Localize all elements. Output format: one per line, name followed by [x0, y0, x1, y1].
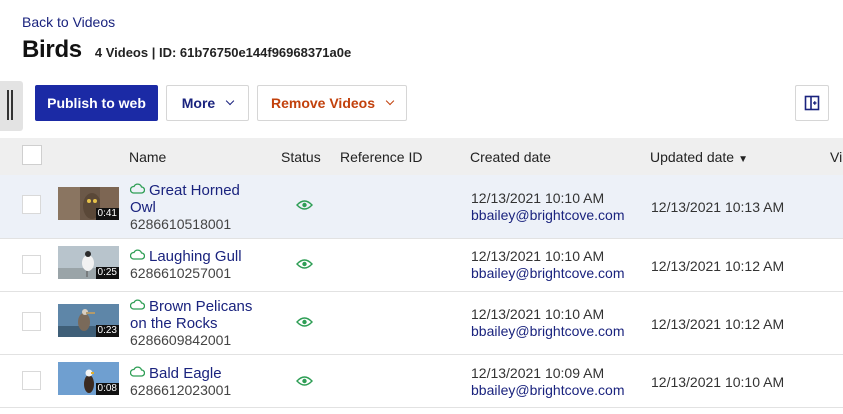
video-title-line1: Bald Eagle	[149, 365, 222, 382]
video-thumbnail[interactable]: 0:08	[58, 362, 119, 395]
layout-toggle-icon	[804, 95, 820, 111]
duration-badge: 0:41	[95, 208, 119, 220]
video-name-cell: Brown Pelicans on the Rocks 6286609842001	[130, 298, 270, 349]
remove-videos-button[interactable]: Remove Videos	[257, 85, 407, 121]
publish-to-web-button[interactable]: Publish to web	[35, 85, 158, 121]
cloud-icon	[130, 299, 145, 310]
handle-grip-icon	[7, 90, 9, 120]
cloud-icon	[130, 249, 145, 260]
created-by-link[interactable]: bbailey@brightcove.com	[471, 265, 625, 282]
duration-badge: 0:08	[95, 383, 119, 395]
created-date: 12/13/2021 10:10 AM	[471, 248, 605, 264]
side-panel-handle[interactable]	[0, 81, 23, 131]
video-title-line1: Great Horned	[149, 182, 240, 199]
video-title-link[interactable]: Bald Eagle	[130, 365, 270, 382]
publish-to-web-label: Publish to web	[47, 95, 146, 111]
page-header: Birds 4 Videos | ID: 61b76750e144f969683…	[22, 36, 351, 64]
created-by-link[interactable]: bbailey@brightcove.com	[471, 382, 625, 399]
eye-icon	[296, 376, 313, 386]
created-by-link[interactable]: bbailey@brightcove.com	[471, 207, 625, 224]
cloud-icon	[130, 366, 145, 377]
table-row[interactable]: 0:41 Great Horned Owl 6286610518001 12/13…	[0, 175, 843, 239]
updated-date: 12/13/2021 10:13 AM	[651, 199, 785, 215]
playlist-meta: 4 Videos | ID: 61b76750e144f96968371a0e	[94, 45, 352, 60]
column-header-created-date[interactable]: Created date	[470, 149, 551, 165]
created-cell: 12/13/2021 10:10 AM bbailey@brightcove.c…	[471, 190, 625, 224]
video-id: 6286609842001	[130, 332, 232, 348]
video-name-cell: Bald Eagle 6286612023001	[130, 365, 270, 399]
table-row[interactable]: 0:25 Laughing Gull 6286610257001 12/13/2…	[0, 239, 843, 292]
created-by-link[interactable]: bbailey@brightcove.com	[471, 323, 625, 340]
column-header-updated-label: Updated date	[650, 149, 735, 165]
video-id: 6286610257001	[130, 265, 232, 281]
chevron-down-icon	[385, 96, 395, 106]
video-title-line1: Brown Pelicans	[149, 298, 253, 315]
eye-icon	[296, 317, 313, 327]
updated-date: 12/13/2021 10:12 AM	[651, 258, 785, 274]
created-date: 12/13/2021 10:09 AM	[471, 365, 605, 381]
layout-toggle-button[interactable]	[795, 85, 829, 121]
cloud-icon	[130, 183, 145, 194]
eye-icon	[296, 200, 313, 210]
column-header-views[interactable]: Vi	[830, 149, 842, 165]
video-id: 6286612023001	[130, 382, 232, 398]
column-header-name[interactable]: Name	[129, 149, 166, 165]
column-header-reference-id[interactable]: Reference ID	[340, 149, 422, 165]
created-cell: 12/13/2021 10:10 AM bbailey@brightcove.c…	[471, 306, 625, 340]
video-title-line2: on the Rocks	[130, 315, 218, 332]
video-title-link[interactable]: Laughing Gull	[130, 248, 270, 265]
handle-grip-icon-line	[11, 90, 13, 120]
updated-date: 12/13/2021 10:10 AM	[651, 374, 785, 390]
video-title-link[interactable]: Great Horned Owl	[130, 182, 270, 216]
video-thumbnail[interactable]: 0:41	[58, 187, 119, 220]
page-title: Birds	[22, 36, 82, 63]
remove-videos-label: Remove Videos	[270, 95, 375, 111]
updated-date: 12/13/2021 10:12 AM	[651, 316, 785, 332]
video-id: 6286610518001	[130, 216, 232, 232]
video-title-line2: Owl	[130, 199, 156, 216]
created-date: 12/13/2021 10:10 AM	[471, 190, 605, 206]
duration-badge: 0:23	[95, 325, 119, 337]
chevron-down-icon	[225, 96, 235, 106]
sort-descending-icon: ▼	[738, 154, 748, 165]
more-dropdown-button[interactable]: More	[166, 85, 249, 121]
duration-badge: 0:25	[95, 267, 119, 279]
select-all-checkbox[interactable]	[22, 145, 42, 165]
table-header: Name Status Reference ID Created date Up…	[0, 138, 843, 175]
video-name-cell: Great Horned Owl 6286610518001	[130, 182, 270, 233]
table-row[interactable]: 0:08 Bald Eagle 6286612023001 12/13/2021…	[0, 355, 843, 408]
created-cell: 12/13/2021 10:09 AM bbailey@brightcove.c…	[471, 365, 625, 399]
row-checkbox[interactable]	[22, 255, 41, 274]
video-name-cell: Laughing Gull 6286610257001	[130, 248, 270, 282]
row-checkbox[interactable]	[22, 312, 41, 331]
eye-icon	[296, 259, 313, 269]
video-thumbnail[interactable]: 0:25	[58, 246, 119, 279]
back-to-videos-link[interactable]: Back to Videos	[22, 14, 115, 30]
video-title-line1: Laughing Gull	[149, 248, 242, 265]
more-label: More	[181, 95, 216, 111]
created-date: 12/13/2021 10:10 AM	[471, 306, 605, 322]
row-checkbox[interactable]	[22, 371, 41, 390]
video-thumbnail[interactable]: 0:23	[58, 304, 119, 337]
created-cell: 12/13/2021 10:10 AM bbailey@brightcove.c…	[471, 248, 625, 282]
video-title-link[interactable]: Brown Pelicans on the Rocks	[130, 298, 270, 332]
column-header-status[interactable]: Status	[281, 149, 321, 165]
column-header-updated-date[interactable]: Updated date ▼	[650, 149, 748, 165]
table-row[interactable]: 0:23 Brown Pelicans on the Rocks 62866098…	[0, 292, 843, 355]
row-checkbox[interactable]	[22, 195, 41, 214]
